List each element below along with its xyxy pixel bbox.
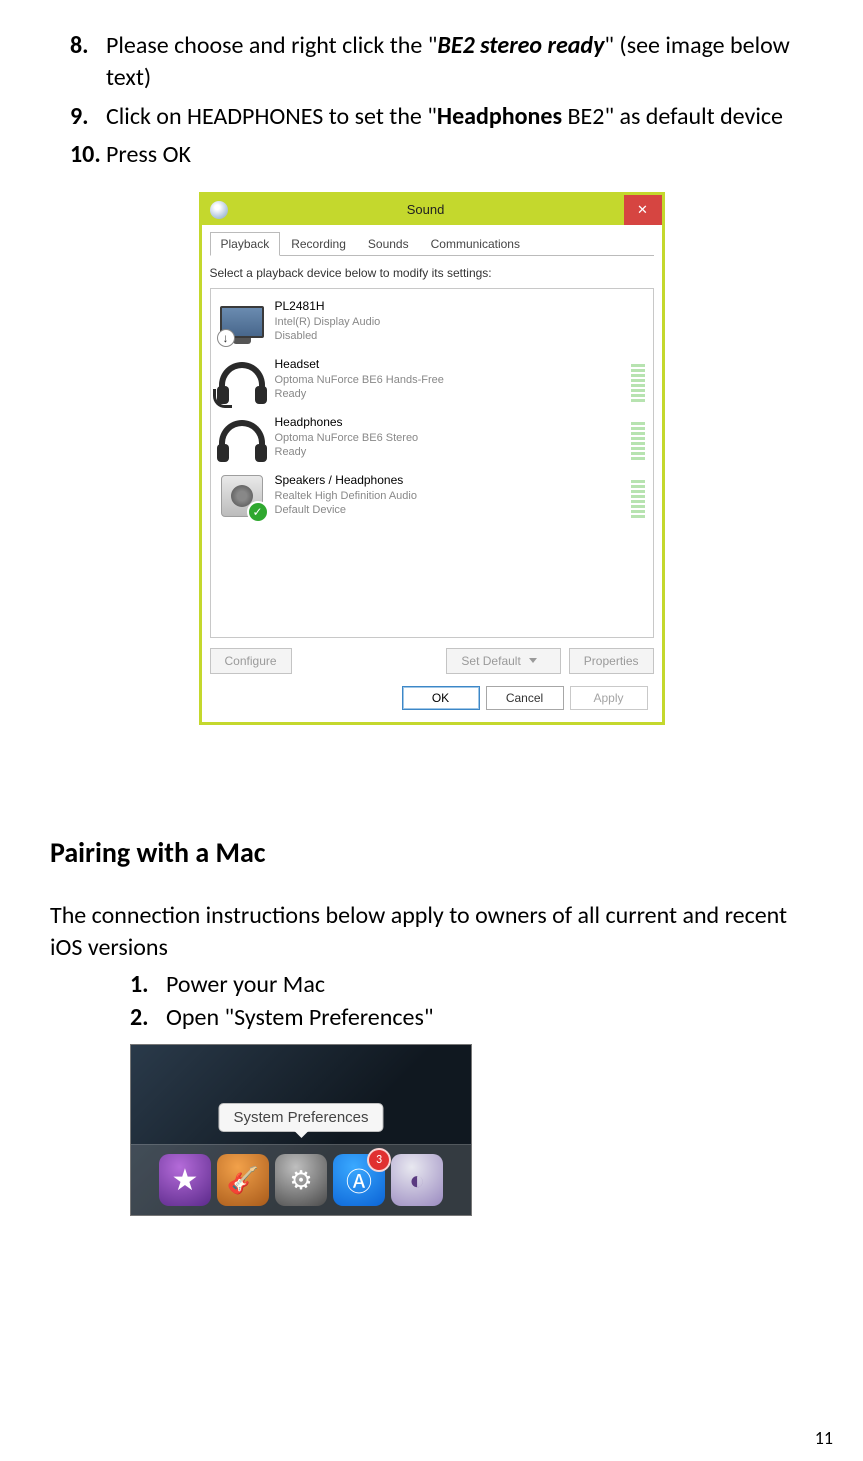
speaker-icon: ✓: [219, 473, 265, 519]
system-preferences-icon[interactable]: ⚙: [275, 1154, 327, 1206]
set-default-button[interactable]: Set Default: [446, 648, 560, 674]
tab-strip: Playback Recording Sounds Communications: [210, 231, 654, 256]
headphones-icon: [219, 415, 265, 461]
step-10: 10. Press OK: [70, 139, 813, 171]
page-number: 11: [815, 1427, 833, 1449]
apply-button[interactable]: Apply: [570, 686, 648, 710]
mac-steps-list: 1.Power your Mac 2.Open "System Preferen…: [50, 970, 813, 1032]
level-meter-icon: [631, 358, 645, 402]
tab-communications[interactable]: Communications: [420, 232, 531, 256]
sound-sysicon: [210, 201, 228, 219]
mac-step-2: 2.Open "System Preferences": [130, 1003, 813, 1032]
mac-heading: Pairing with a Mac: [50, 835, 813, 870]
check-badge-icon: ✓: [247, 501, 269, 523]
window-title: Sound: [228, 202, 624, 217]
titlebar: Sound ✕: [202, 195, 662, 225]
garageband-icon[interactable]: 🎸: [217, 1154, 269, 1206]
monitor-icon: ↓: [219, 299, 265, 345]
cancel-button[interactable]: Cancel: [486, 686, 564, 710]
configure-button[interactable]: Configure: [210, 648, 292, 674]
mac-paragraph: The connection instructions below apply …: [50, 900, 813, 965]
ok-button[interactable]: OK: [402, 686, 480, 710]
tab-recording[interactable]: Recording: [280, 232, 357, 256]
imovie-icon[interactable]: ★: [159, 1154, 211, 1206]
step-8: 8. Please choose and right click the "BE…: [70, 30, 813, 95]
notification-badge: 3: [367, 1148, 391, 1172]
level-meter-icon: [631, 416, 645, 460]
step-9: 9. Click on HEADPHONES to set the "Headp…: [70, 101, 813, 133]
device-list[interactable]: ↓ PL2481H Intel(R) Display Audio Disable…: [210, 288, 654, 638]
close-button[interactable]: ✕: [624, 195, 662, 225]
instructions-list: 8. Please choose and right click the "BE…: [50, 30, 813, 172]
device-row[interactable]: Headset Optoma NuForce BE6 Hands-Free Re…: [215, 351, 649, 409]
app-store-icon[interactable]: Ⓐ3: [333, 1154, 385, 1206]
mac-dock-screenshot: System Preferences ★ 🎸 ⚙ Ⓐ3 ◐: [130, 1044, 472, 1216]
tab-playback[interactable]: Playback: [210, 232, 281, 256]
dock-bar: ★ 🎸 ⚙ Ⓐ3 ◐: [131, 1144, 471, 1215]
sound-dialog: Sound ✕ Playback Recording Sounds Commun…: [199, 192, 665, 725]
disabled-badge-icon: ↓: [217, 329, 235, 347]
headset-icon: [219, 357, 265, 403]
dock-app-icon[interactable]: ◐: [391, 1154, 443, 1206]
close-icon: ✕: [637, 202, 648, 218]
mac-step-1: 1.Power your Mac: [130, 970, 813, 999]
level-meter-icon: [631, 474, 645, 518]
device-row[interactable]: Headphones Optoma NuForce BE6 Stereo Rea…: [215, 409, 649, 467]
dock-tooltip: System Preferences: [218, 1103, 383, 1132]
properties-button[interactable]: Properties: [569, 648, 654, 674]
instruction-text: Select a playback device below to modify…: [210, 266, 654, 280]
chevron-down-icon: [529, 658, 537, 663]
device-row[interactable]: ↓ PL2481H Intel(R) Display Audio Disable…: [215, 293, 649, 351]
device-row[interactable]: ✓ Speakers / Headphones Realtek High Def…: [215, 467, 649, 525]
tab-sounds[interactable]: Sounds: [357, 232, 420, 256]
